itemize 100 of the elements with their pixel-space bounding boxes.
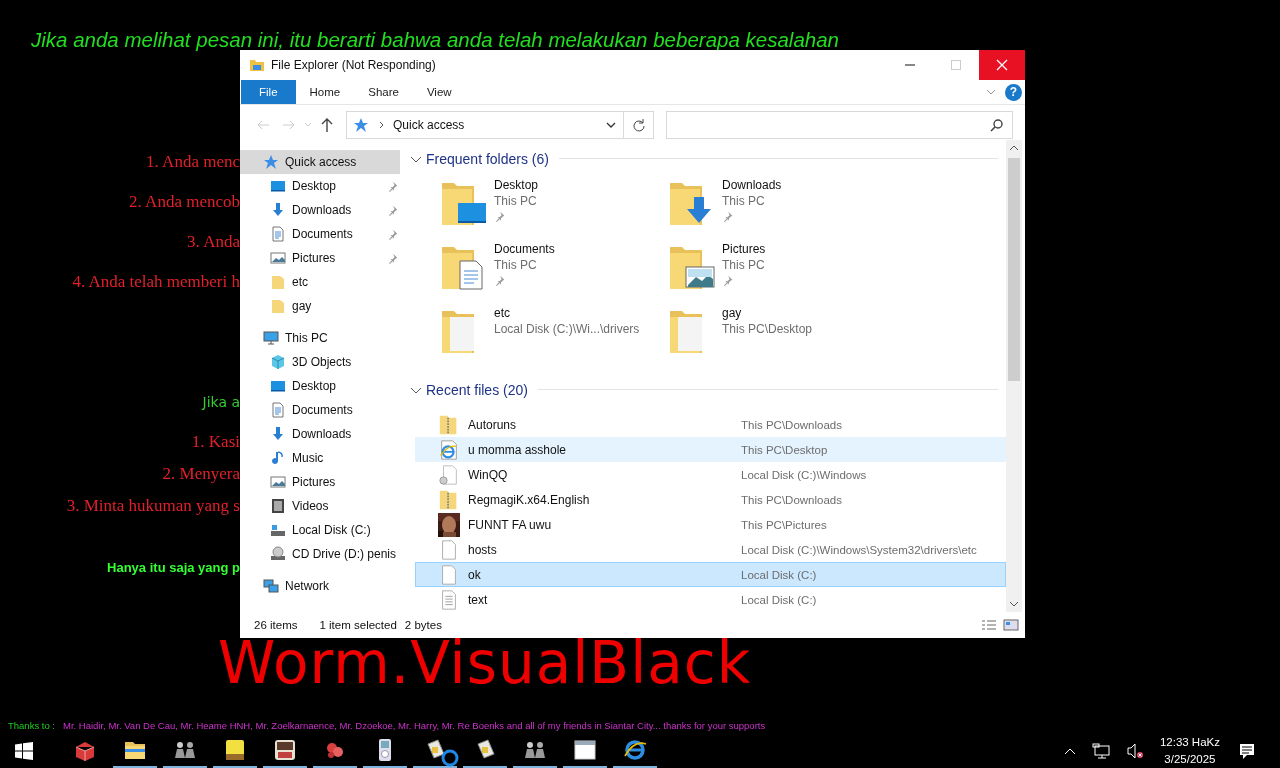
nav-item[interactable]: Videos — [240, 494, 400, 518]
download-arrow-icon — [270, 202, 286, 218]
film-icon — [270, 498, 286, 514]
nav-item[interactable]: CD Drive (D:) penis — [240, 542, 400, 566]
computer-icon — [263, 330, 279, 346]
file-row[interactable]: Autoruns This PC\Downloads — [415, 412, 1006, 437]
search-icon[interactable] — [440, 748, 460, 768]
tile-icon — [273, 738, 297, 762]
file-name: Autoruns — [468, 417, 518, 432]
folder-location: This PC — [494, 193, 538, 209]
nav-item[interactable]: Network — [240, 574, 400, 598]
ribbon-tab[interactable]: Share — [354, 80, 413, 104]
document-icon — [270, 402, 286, 418]
folder-tile[interactable]: Desktop This PC — [440, 177, 668, 241]
file-row[interactable]: ok Local Disk (C:) — [415, 562, 1006, 587]
caret-icon[interactable] — [1063, 747, 1076, 755]
clock-date: 3/25/2025 — [1163, 752, 1217, 767]
message-line: 1. Kasi — [191, 431, 240, 453]
ribbon-tab[interactable]: Home — [295, 80, 355, 104]
file-row[interactable]: u momma asshole This PC\Desktop — [415, 437, 1006, 462]
folder-tile[interactable]: gay This PC\Desktop — [668, 305, 896, 369]
file-location: This PC\Downloads — [741, 418, 842, 431]
selection-count: 1 item selected — [319, 619, 397, 631]
window-icon — [573, 738, 597, 762]
folder-name: Desktop — [494, 177, 539, 193]
windows-logo-icon[interactable] — [15, 742, 33, 760]
nav-item[interactable]: gay — [240, 294, 400, 318]
message-line: 3. Anda — [187, 231, 240, 253]
file-row[interactable]: hosts Local Disk (C:)\Windows\System32\drivers\etc — [415, 537, 1006, 562]
up-arrow-icon[interactable] — [319, 117, 335, 133]
nav-item[interactable]: Documents — [240, 222, 400, 246]
muted-speaker-icon[interactable] — [1125, 743, 1144, 759]
monitor-icon — [270, 178, 286, 194]
credits-label: Thanks to : — [8, 720, 55, 732]
nav-item[interactable]: Documents — [240, 398, 400, 422]
tiles-view-icon[interactable] — [1003, 619, 1019, 631]
folder-name: gay — [722, 305, 743, 321]
folder-icon — [270, 274, 286, 290]
folder-name: Documents — [494, 241, 555, 257]
ribbon-tab[interactable]: View — [412, 80, 466, 104]
browser-icon — [438, 437, 460, 462]
folder-location: This PC — [494, 257, 538, 273]
clock-time: 12:33 HaKz — [1159, 735, 1220, 750]
close-icon — [996, 59, 1008, 71]
browser-icon — [623, 738, 647, 762]
nav-item[interactable]: Desktop — [240, 374, 400, 398]
nav-item[interactable]: 3D Objects — [240, 350, 400, 374]
nav-item[interactable]: Pictures — [240, 470, 400, 494]
file-row[interactable]: WinQQ Local Disk (C:)\Windows — [415, 462, 1006, 487]
scrollbar-thumb[interactable] — [1008, 158, 1020, 381]
notifications-icon[interactable] — [1238, 742, 1256, 760]
music-note-icon — [270, 450, 286, 466]
clock[interactable]: 12:33 HaKz 3/25/2025 — [1159, 734, 1220, 768]
nav-item[interactable]: Music — [240, 446, 400, 470]
folder-tile[interactable]: etc Local Disk (C:)\Wi...\drivers — [440, 305, 668, 369]
nav-item[interactable]: Desktop — [240, 174, 400, 198]
item-count: 26 items — [254, 619, 298, 631]
folder-tile[interactable]: Pictures This PC — [668, 241, 896, 305]
help-button[interactable]: ? — [1005, 83, 1022, 101]
nav-item[interactable]: Local Disk (C:) — [240, 518, 400, 542]
scroll-up-icon[interactable] — [1009, 144, 1019, 152]
folder-name: etc — [494, 305, 511, 321]
nav-item[interactable]: This PC — [240, 326, 400, 350]
nav-item[interactable]: Downloads — [240, 422, 400, 446]
folder-tile[interactable]: Documents This PC — [440, 241, 668, 305]
file-location: Local Disk (C:) — [741, 568, 817, 581]
banner-title: Worm.VisualBlack — [218, 632, 752, 694]
scroll-down-icon[interactable] — [1009, 600, 1019, 608]
monitor-icon — [270, 378, 286, 394]
selection-size: 2 bytes — [404, 619, 442, 631]
address-bar[interactable]: Quick access — [346, 111, 624, 139]
nav-item[interactable]: Downloads — [240, 198, 400, 222]
folder-tile[interactable]: Downloads This PC — [668, 177, 896, 241]
chevron-icon — [377, 121, 385, 129]
tile-icon — [223, 738, 247, 762]
network-icon[interactable] — [1091, 743, 1110, 759]
file-row[interactable]: RegmagiK.x64.English This PC\Downloads — [415, 487, 1006, 512]
nav-item[interactable]: Pictures — [240, 246, 400, 270]
file-name: u momma asshole — [468, 442, 568, 457]
star-icon — [353, 117, 369, 133]
document-icon — [270, 226, 286, 242]
refresh-button[interactable] — [624, 111, 654, 139]
file-row[interactable]: FUNNT FA uwu This PC\Pictures — [415, 512, 1006, 537]
nav-item[interactable]: Quick access — [240, 150, 400, 174]
network-icon — [263, 578, 279, 594]
address-path: Quick access — [393, 118, 465, 132]
file-icon — [438, 462, 460, 487]
scrollbar[interactable] — [1006, 140, 1022, 612]
download-arrow-icon — [270, 426, 286, 442]
search-field[interactable] — [666, 111, 1013, 139]
message-line: 4. Anda telah memberi h — [72, 271, 240, 293]
picture-icon — [270, 474, 286, 490]
folder-icon — [249, 57, 265, 73]
file-menu-button[interactable]: File — [241, 80, 296, 104]
disc-drive-icon — [270, 546, 286, 562]
file-row[interactable]: text Local Disk (C:) — [415, 587, 1006, 612]
nav-item[interactable]: etc — [240, 270, 400, 294]
folder-name: Pictures — [722, 241, 766, 257]
message-line: 2. Anda mencob — [129, 191, 240, 213]
file-name: text — [468, 592, 489, 607]
